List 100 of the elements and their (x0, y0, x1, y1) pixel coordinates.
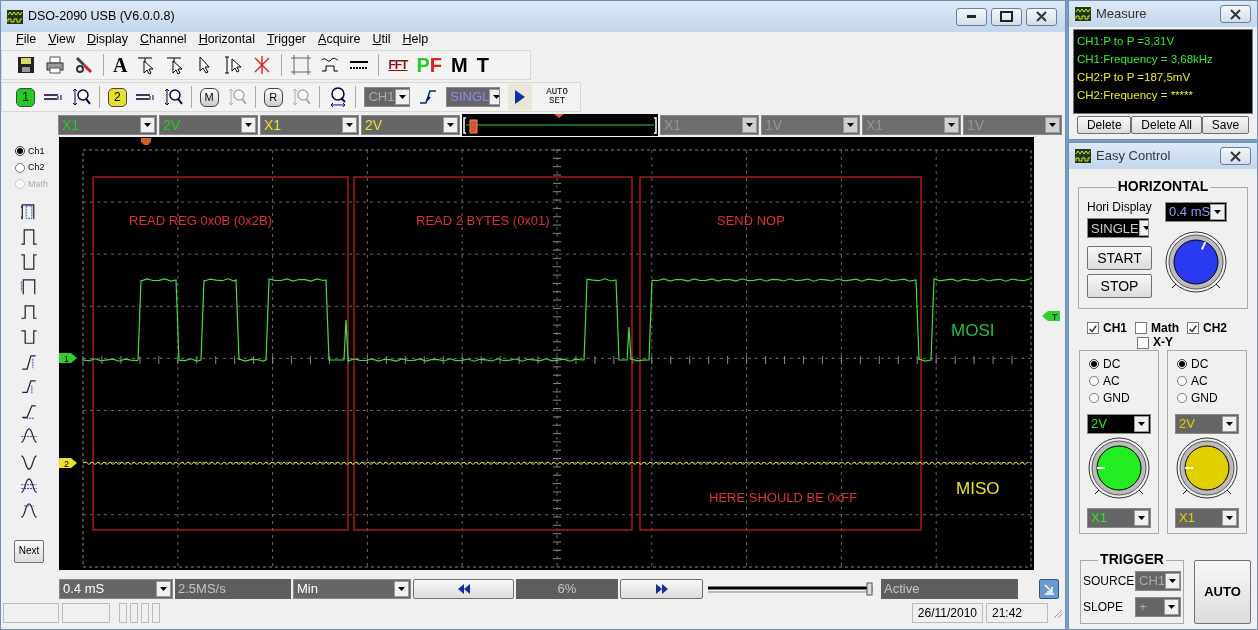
window-title: Measure (1096, 6, 1147, 22)
knob[interactable] (1162, 230, 1230, 294)
scroll-right-button[interactable] (620, 579, 703, 599)
channel-checkbox[interactable]: CH2 (1187, 321, 1228, 336)
position-field: 6% (516, 579, 618, 599)
waveform-icon[interactable] (320, 55, 341, 75)
caret-icon (1138, 515, 1145, 520)
menu-item[interactable]: Trigger (260, 32, 313, 49)
field-label: SLOPE (1083, 599, 1125, 614)
timebase-dropdown[interactable]: 0.4 mS (59, 579, 173, 599)
zoom-icon[interactable] (162, 87, 183, 107)
status-panel (119, 602, 127, 623)
field-label: SOURCE (1083, 573, 1135, 588)
math-tool[interactable]: T (476, 55, 489, 75)
save-icon[interactable] (16, 55, 36, 75)
zoom-icon[interactable] (70, 87, 91, 107)
trigger-position-bar[interactable] (462, 114, 658, 136)
knob[interactable] (1085, 435, 1153, 500)
text-tool[interactable]: A (113, 55, 128, 75)
channel-button[interactable]: 2 (107, 87, 127, 107)
print-icon[interactable] (45, 55, 65, 75)
annotation-label: READ 2 BYTES (0x01) (416, 213, 550, 228)
probe-dropdown[interactable]: X1 (1175, 507, 1239, 528)
menu-item[interactable]: Help (396, 32, 435, 49)
channel-radio[interactable]: Ch1 (15, 145, 45, 158)
dock-button[interactable] (1039, 579, 1059, 599)
status-panel (130, 602, 138, 623)
status-date: 26/11/2010 (911, 602, 983, 623)
coupling-radio[interactable]: GND (1089, 390, 1149, 406)
reference-button[interactable]: R (263, 87, 283, 107)
measurement-line: CH2:Frequency = ***** (1077, 88, 1195, 103)
menu-item[interactable]: Horizontal (192, 32, 261, 49)
mode-dropdown[interactable]: Min (293, 579, 411, 599)
start-button[interactable]: START (1087, 246, 1152, 271)
channel-dropdown[interactable]: 2V (361, 115, 460, 135)
minimize-icon (967, 15, 976, 18)
channel-checkbox[interactable]: CH1 (1087, 321, 1127, 336)
cursor-icon[interactable] (223, 55, 244, 75)
coupling-radio[interactable]: AC (1177, 373, 1237, 389)
field-label: Hori Display (1087, 200, 1152, 215)
scroll-left-button[interactable] (413, 579, 514, 599)
coupling-radio[interactable]: AC (1089, 373, 1149, 389)
coupling-radio[interactable]: DC (1089, 356, 1149, 372)
caret-icon (1142, 226, 1148, 231)
volts-dropdown[interactable]: 2V (1087, 413, 1151, 434)
panel-button[interactable]: Save (1201, 116, 1249, 134)
close-button[interactable] (1026, 7, 1057, 26)
window-title: Easy Control (1096, 148, 1171, 164)
edge-icon[interactable] (418, 87, 439, 107)
close-button[interactable] (1220, 147, 1251, 165)
timebase-dropdown[interactable]: 0.4 mS (1165, 202, 1227, 222)
next-button[interactable]: Next (14, 539, 44, 563)
maximize-button[interactable] (991, 7, 1022, 26)
coupling-radio[interactable]: DC (1177, 356, 1237, 372)
double-right-icon (654, 583, 669, 595)
tools-icon[interactable] (74, 55, 94, 75)
mode-dropdown[interactable]: SINGLE (1087, 218, 1149, 239)
menu-item[interactable]: Util (366, 32, 397, 49)
coupling-radio[interactable]: GND (1177, 390, 1237, 406)
channel-radio[interactable]: Ch2 (15, 161, 45, 174)
reference-button[interactable]: M (199, 87, 219, 107)
channel-marker[interactable]: T (1042, 311, 1060, 322)
frame-icon[interactable] (291, 55, 312, 75)
math-tool[interactable]: FFT (388, 59, 408, 71)
menu-item[interactable]: File (10, 32, 43, 49)
stop-button[interactable]: STOP (1087, 274, 1152, 299)
volts-dropdown[interactable]: 2V (1175, 413, 1239, 434)
run-button[interactable] (508, 84, 533, 110)
caret-icon (847, 123, 854, 127)
math-tool[interactable]: M (451, 55, 468, 75)
status-panel (3, 602, 59, 623)
channel-marker[interactable]: 1 (59, 353, 77, 364)
measurement-line: CH2:P to P =187,5mV (1077, 70, 1192, 85)
channel-button[interactable]: 1 (16, 87, 35, 107)
menu-item[interactable]: View (42, 32, 82, 49)
menu-item[interactable]: Channel (134, 32, 193, 49)
channel-dropdown[interactable]: X1 (260, 115, 359, 135)
channel-checkbox[interactable]: Math (1135, 321, 1179, 336)
trigger-position-icon[interactable] (141, 138, 151, 145)
group-title: HORIZONTAL (1115, 178, 1211, 194)
position-slider[interactable] (705, 579, 875, 599)
math-tool[interactable]: PF (416, 55, 442, 75)
auto-button[interactable]: AUTO (1194, 559, 1251, 624)
menu-item[interactable]: Acquire (312, 32, 367, 49)
close-button[interactable] (1220, 5, 1251, 23)
caret-icon (1214, 210, 1222, 214)
panel-button[interactable]: Delete All (1131, 116, 1202, 134)
double-left-icon (456, 583, 471, 595)
maximize-icon (1000, 11, 1013, 22)
caret-icon (245, 123, 252, 127)
menu-item[interactable]: Display (81, 32, 135, 49)
channel-marker[interactable]: 2 (59, 458, 77, 469)
panel-button[interactable]: Delete (1077, 116, 1132, 134)
dock-icon (1043, 583, 1055, 595)
auto-set-button[interactable]: AUTO SET (540, 88, 575, 106)
channel-checkbox[interactable]: X-Y (1137, 335, 1173, 350)
close-icon (1230, 8, 1241, 20)
probe-dropdown[interactable]: X1 (1087, 507, 1151, 528)
minimize-button[interactable] (956, 7, 987, 26)
knob[interactable] (1173, 435, 1241, 500)
